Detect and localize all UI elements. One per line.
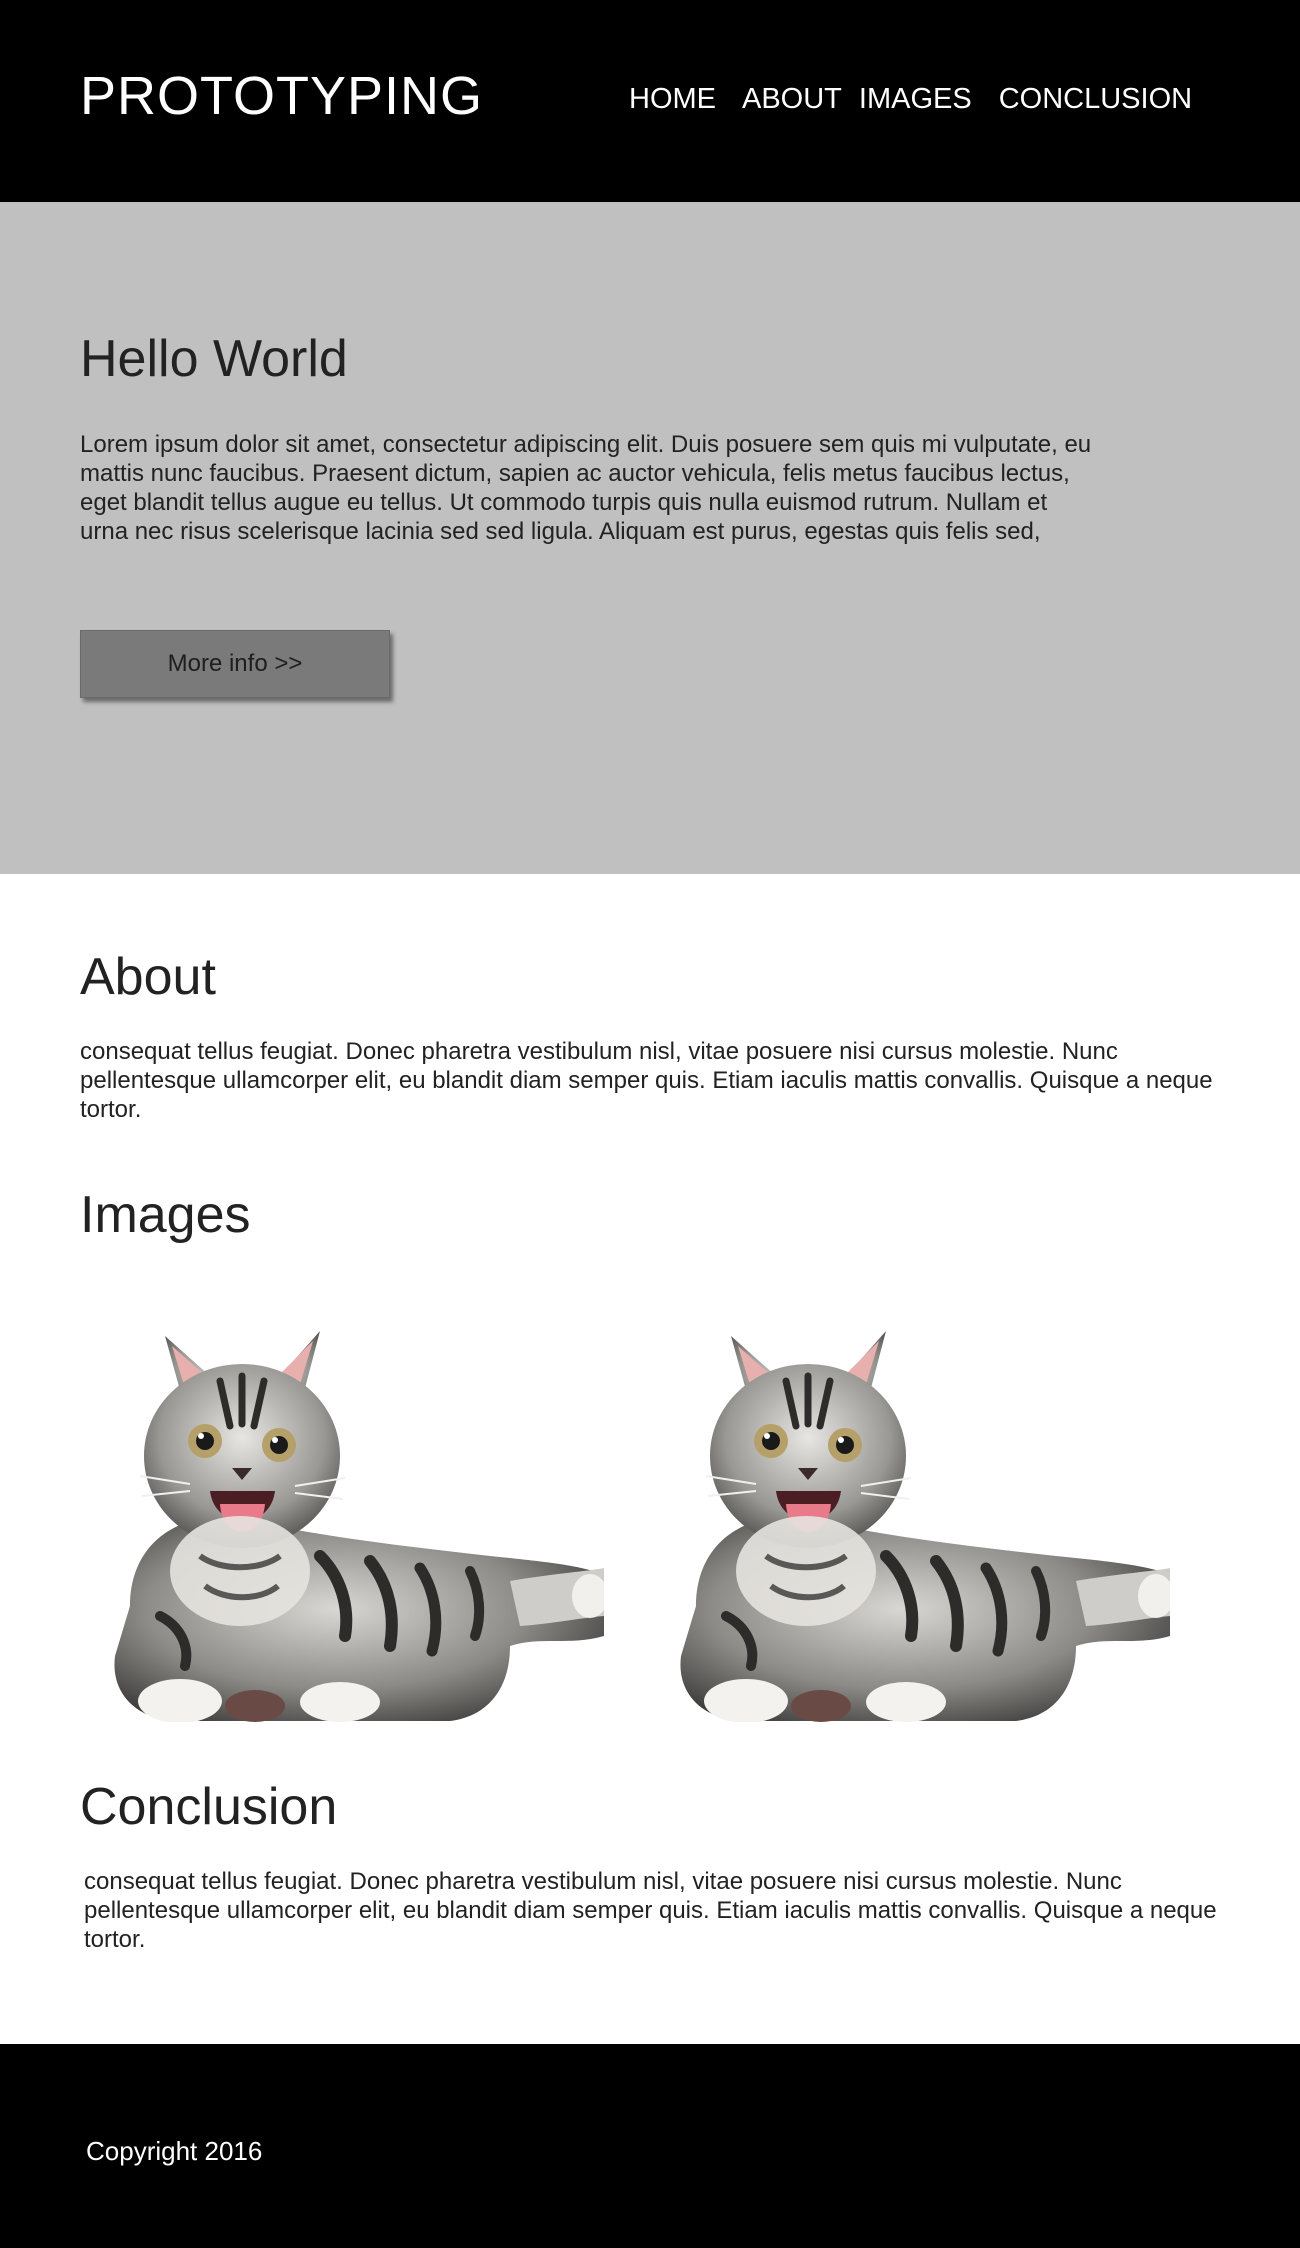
more-info-button[interactable]: More info >> [80, 630, 390, 698]
site-footer: Copyright 2016 [0, 2044, 1300, 2248]
nav-images-link[interactable]: IMAGES [859, 82, 972, 116]
site-header: PROTOTYPING HOME ABOUT IMAGES CONCLUSION [0, 0, 1300, 202]
nav-home-link[interactable]: HOME [629, 82, 716, 116]
hero-section: Hello World Lorem ipsum dolor sit amet, … [0, 202, 1300, 874]
kitten-image [70, 1306, 604, 1722]
conclusion-title: Conclusion [80, 1778, 338, 1836]
kitten-illustration [114, 1331, 604, 1722]
nav-conclusion-link[interactable]: CONCLUSION [999, 82, 1192, 116]
hero-title: Hello World [80, 330, 348, 388]
page: PROTOTYPING HOME ABOUT IMAGES CONCLUSION… [0, 0, 1300, 2248]
copyright-text: Copyright 2016 [86, 2136, 263, 2166]
site-brand[interactable]: PROTOTYPING [80, 64, 483, 128]
main-nav: HOME ABOUT IMAGES CONCLUSION [629, 82, 1192, 116]
about-title: About [80, 948, 216, 1006]
conclusion-text: consequat tellus feugiat. Donec pharetra… [84, 1868, 1217, 1953]
kitten-illustration [680, 1331, 1170, 1722]
images-title: Images [80, 1186, 251, 1244]
hero-text: Lorem ipsum dolor sit amet, consectetur … [80, 431, 1092, 545]
nav-about-link[interactable]: ABOUT [742, 82, 842, 116]
about-text: consequat tellus feugiat. Donec pharetra… [80, 1038, 1213, 1123]
kitten-image [636, 1306, 1170, 1722]
